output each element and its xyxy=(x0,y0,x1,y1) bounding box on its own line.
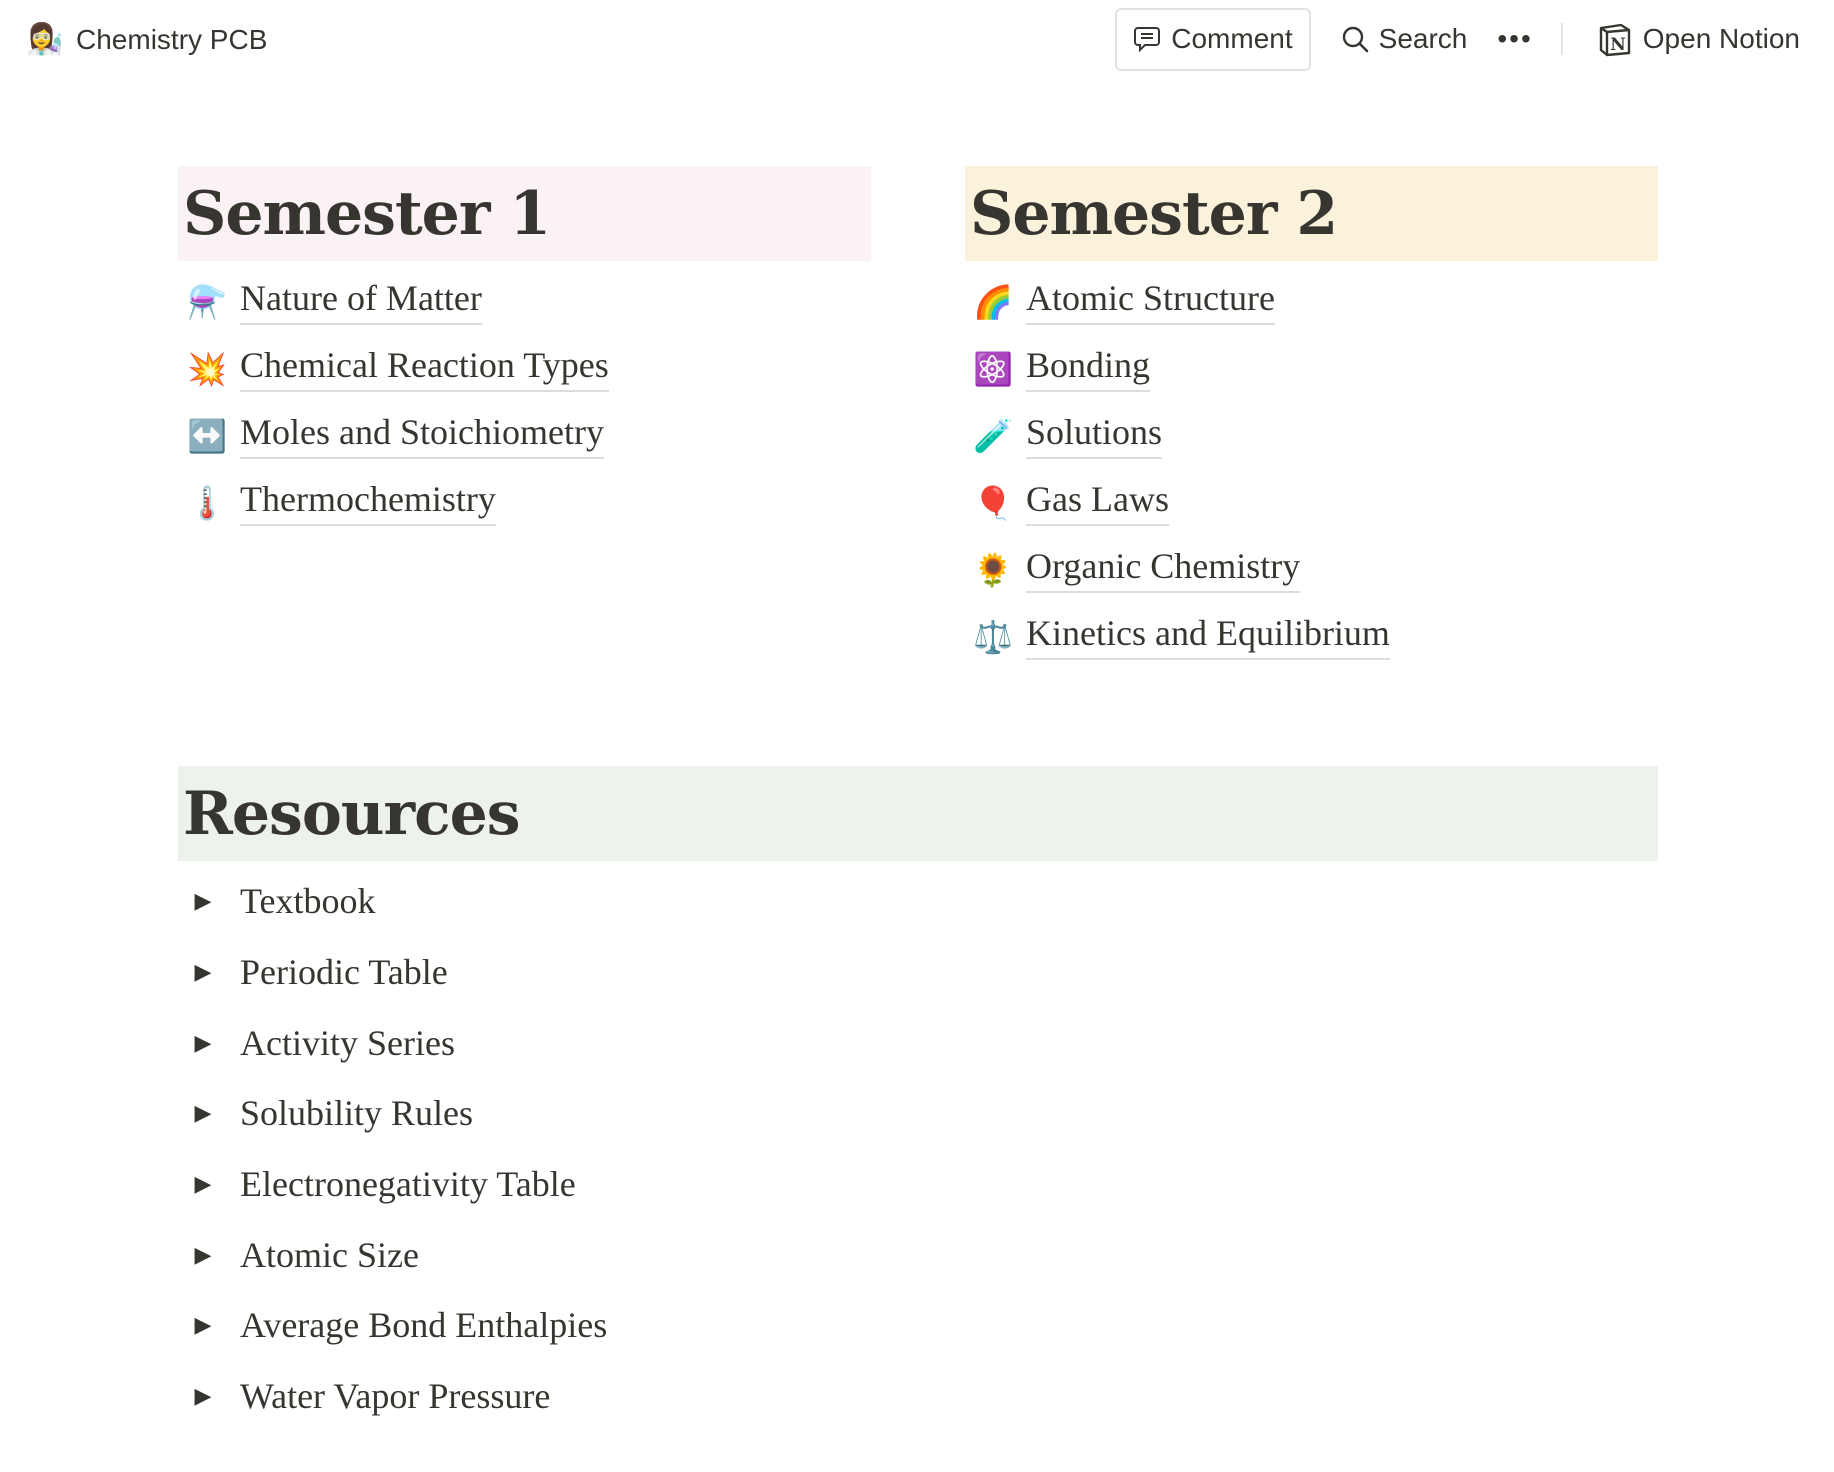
page-link-item[interactable]: 🌡️ Thermochemistry xyxy=(184,469,609,536)
toggle-label: Electronegativity Table xyxy=(240,1164,576,1205)
more-icon: ••• xyxy=(1497,23,1533,54)
semester-1-list: ⚗️ Nature of Matter 💥 Chemical Reaction … xyxy=(184,268,609,536)
top-actions: Comment Search ••• N Open Notion xyxy=(1115,7,1816,71)
more-options-button[interactable]: ••• xyxy=(1483,8,1546,70)
test-tube-icon: 🧪 xyxy=(973,417,1013,454)
search-button[interactable]: Search xyxy=(1325,8,1484,70)
toggle-item[interactable]: ▶ Atomic Size xyxy=(190,1219,607,1290)
thermometer-icon: 🌡️ xyxy=(187,484,227,521)
balance-scale-icon: ⚖️ xyxy=(973,618,1013,655)
notion-logo-icon: N xyxy=(1599,23,1630,57)
search-icon xyxy=(1342,26,1368,53)
page-link[interactable]: Solutions xyxy=(1026,412,1163,459)
page-link[interactable]: Chemical Reaction Types xyxy=(240,345,609,392)
toggle-triangle-icon[interactable]: ▶ xyxy=(190,1312,216,1338)
search-label: Search xyxy=(1378,23,1468,54)
collision-icon: 💥 xyxy=(187,350,227,387)
toggle-label: Water Vapor Pressure xyxy=(240,1376,551,1417)
open-notion-label: Open Notion xyxy=(1642,23,1800,54)
toggle-label: Activity Series xyxy=(240,1022,455,1063)
atom-icon: ⚛️ xyxy=(973,350,1013,387)
resources-toggle-list: ▶ Textbook ▶ Periodic Table ▶ Activity S… xyxy=(190,866,608,1432)
top-bar: 👩‍🔬 Chemistry PCB Comment Search ••• xyxy=(0,0,1834,80)
toggle-item[interactable]: ▶ Solubility Rules xyxy=(190,1078,607,1149)
toggle-item[interactable]: ▶ Periodic Table xyxy=(190,937,607,1008)
resources-header: Resources xyxy=(178,766,1658,861)
breadcrumb[interactable]: 👩‍🔬 Chemistry PCB xyxy=(26,18,267,62)
page-link-item[interactable]: 🧪 Solutions xyxy=(970,402,1390,469)
toggle-triangle-icon[interactable]: ▶ xyxy=(190,888,216,914)
page-link[interactable]: Bonding xyxy=(1026,345,1151,392)
toggle-item[interactable]: ▶ Activity Series xyxy=(190,1007,607,1078)
page-link-item[interactable]: 🌈 Atomic Structure xyxy=(970,268,1390,335)
page-link[interactable]: Kinetics and Equilibrium xyxy=(1026,613,1390,660)
toggle-label: Atomic Size xyxy=(240,1234,419,1275)
page-link-item[interactable]: 🎈 Gas Laws xyxy=(970,469,1390,536)
semester-1-title: Semester 1 xyxy=(183,178,551,249)
page-link-item[interactable]: ↔️ Moles and Stoichiometry xyxy=(184,402,609,469)
page-link-item[interactable]: ⚛️ Bonding xyxy=(970,335,1390,402)
page-link-item[interactable]: ⚗️ Nature of Matter xyxy=(184,268,609,335)
semester-1-header: Semester 1 xyxy=(178,166,871,261)
comment-icon xyxy=(1134,27,1161,53)
toggle-label: Average Bond Enthalpies xyxy=(240,1305,608,1346)
toggle-triangle-icon[interactable]: ▶ xyxy=(190,1030,216,1056)
toggle-label: Textbook xyxy=(240,881,376,922)
page-link[interactable]: Moles and Stoichiometry xyxy=(240,412,604,459)
toggle-item[interactable]: ▶ Electronegativity Table xyxy=(190,1149,607,1220)
toggle-triangle-icon[interactable]: ▶ xyxy=(190,1100,216,1126)
page-link[interactable]: Thermochemistry xyxy=(240,479,496,526)
toggle-triangle-icon[interactable]: ▶ xyxy=(190,959,216,985)
open-notion-button[interactable]: N Open Notion xyxy=(1581,8,1816,70)
page-link[interactable]: Nature of Matter xyxy=(240,278,482,325)
page-link-item[interactable]: ⚖️ Kinetics and Equilibrium xyxy=(970,603,1390,670)
toggle-triangle-icon[interactable]: ▶ xyxy=(190,1171,216,1197)
semester-2-title: Semester 2 xyxy=(970,178,1338,249)
alembic-icon: ⚗️ xyxy=(187,283,227,320)
balloon-icon: 🎈 xyxy=(973,484,1013,521)
toggle-item[interactable]: ▶ Water Vapor Pressure xyxy=(190,1361,607,1432)
sunflower-icon: 🌻 xyxy=(973,551,1013,588)
page-link[interactable]: Organic Chemistry xyxy=(1026,546,1301,593)
comment-button[interactable]: Comment xyxy=(1115,7,1311,71)
toggle-label: Solubility Rules xyxy=(240,1093,474,1134)
toggle-triangle-icon[interactable]: ▶ xyxy=(190,1242,216,1268)
page-link-item[interactable]: 🌻 Organic Chemistry xyxy=(970,536,1390,603)
comment-label: Comment xyxy=(1171,23,1293,54)
rainbow-icon: 🌈 xyxy=(973,283,1013,320)
scientist-icon: 👩‍🔬 xyxy=(26,23,64,56)
page-link-item[interactable]: 💥 Chemical Reaction Types xyxy=(184,335,609,402)
toggle-item[interactable]: ▶ Textbook xyxy=(190,866,607,937)
page-link[interactable]: Atomic Structure xyxy=(1026,278,1275,325)
semester-2-list: 🌈 Atomic Structure ⚛️ Bonding 🧪 Solution… xyxy=(970,268,1390,670)
page-title[interactable]: Chemistry PCB xyxy=(76,24,267,56)
left-right-arrow-icon: ↔️ xyxy=(187,417,227,454)
toggle-item[interactable]: ▶ Average Bond Enthalpies xyxy=(190,1290,608,1361)
resources-title: Resources xyxy=(183,778,521,849)
toolbar-divider xyxy=(1560,23,1563,55)
page-link[interactable]: Gas Laws xyxy=(1026,479,1169,526)
toggle-label: Periodic Table xyxy=(240,952,448,993)
semester-2-header: Semester 2 xyxy=(965,166,1658,261)
svg-text:N: N xyxy=(1610,35,1626,55)
toggle-triangle-icon[interactable]: ▶ xyxy=(190,1383,216,1409)
